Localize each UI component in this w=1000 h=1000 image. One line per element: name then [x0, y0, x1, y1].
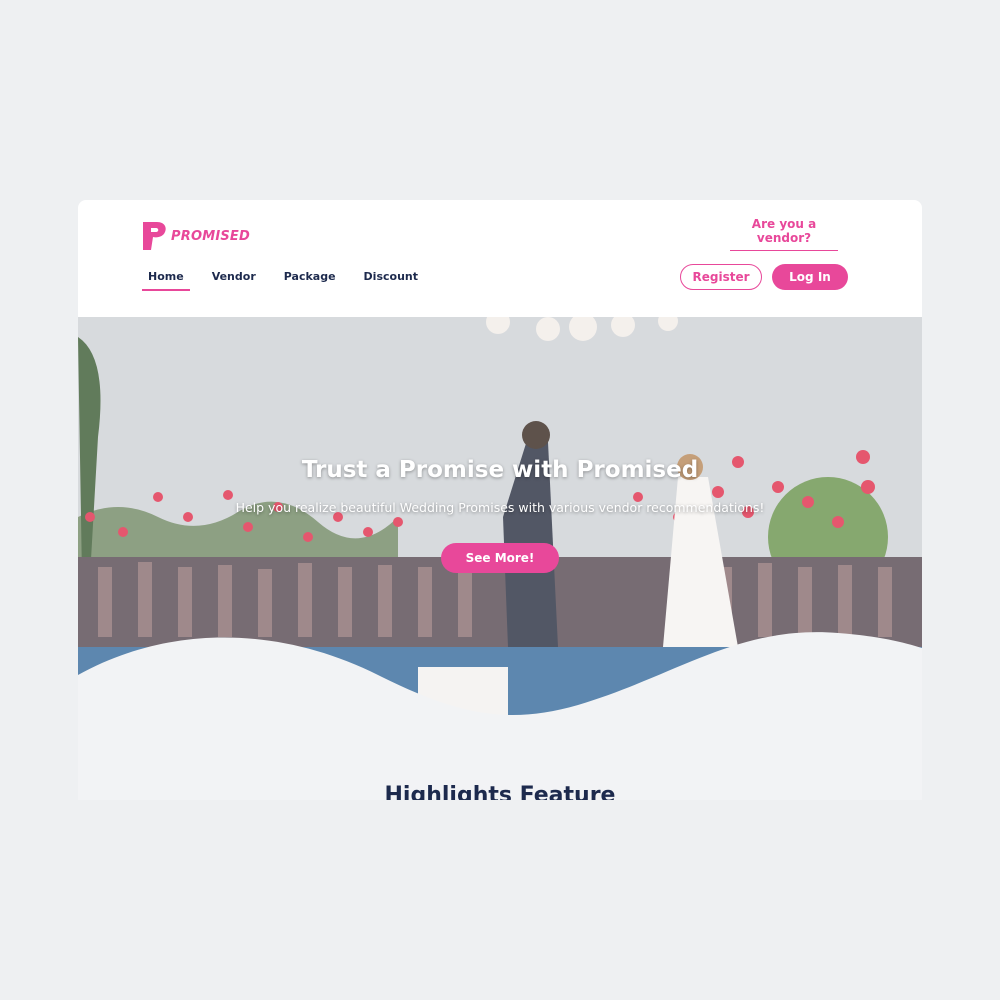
- hero-title: Trust a Promise with Promised: [301, 457, 699, 483]
- nav-home[interactable]: Home: [142, 270, 190, 291]
- register-button[interactable]: Register: [680, 264, 762, 290]
- login-button[interactable]: Log In: [772, 264, 848, 290]
- nav-vendor[interactable]: Vendor: [206, 270, 262, 291]
- main-nav: Home Vendor Package Discount: [142, 270, 440, 291]
- highlights-title: Highlights Feature: [384, 783, 616, 800]
- brand-name: PROMISED: [171, 228, 250, 244]
- hero-wave-divider: [78, 632, 922, 730]
- nav-discount[interactable]: Discount: [358, 270, 424, 291]
- page-frame: PROMISED Are you a vendor? Home Vendor P…: [78, 200, 922, 800]
- brand-logo[interactable]: PROMISED: [141, 220, 250, 252]
- hero-subtitle: Help you realize beautiful Wedding Promi…: [235, 500, 765, 515]
- vendor-link[interactable]: Are you a vendor?: [730, 217, 838, 251]
- see-more-button[interactable]: See More!: [441, 543, 559, 573]
- nav-package[interactable]: Package: [278, 270, 342, 291]
- promised-logo-icon: [143, 222, 166, 250]
